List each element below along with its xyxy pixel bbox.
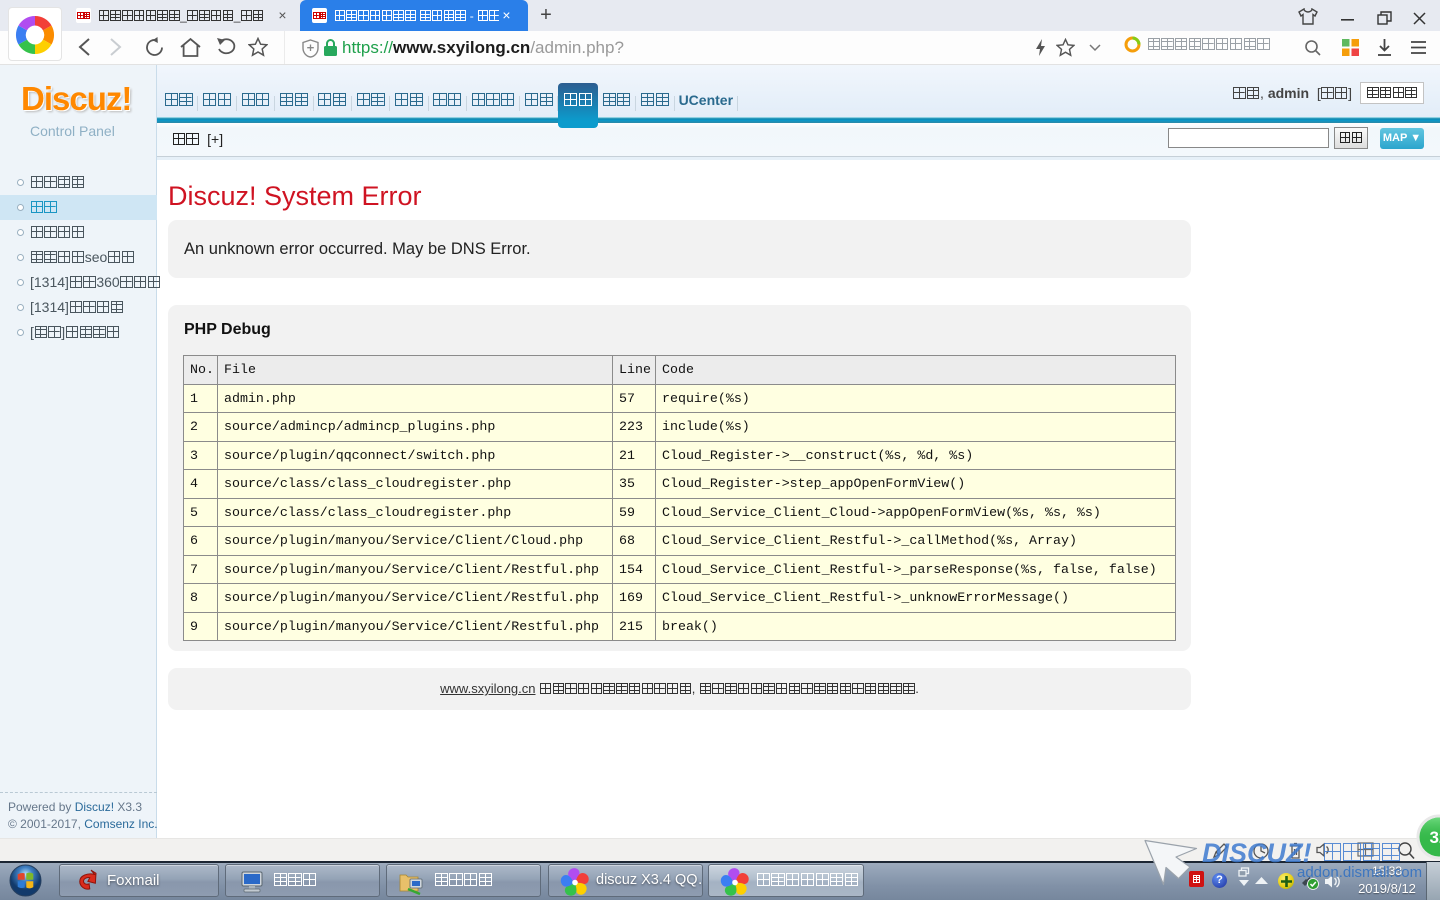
svg-text:32: 32: [1430, 828, 1440, 847]
